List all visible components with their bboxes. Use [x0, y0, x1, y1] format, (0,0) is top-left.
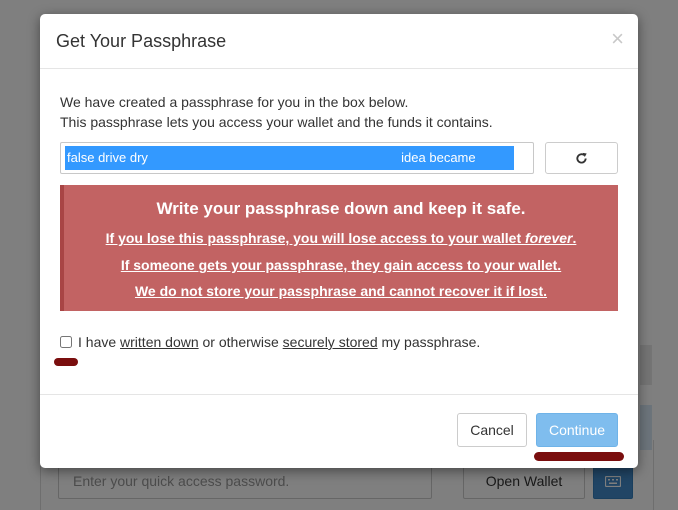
passphrase-selected-text: false drive dry idea became [65, 146, 514, 170]
continue-button[interactable]: Continue [536, 413, 618, 447]
intro-line-2: This passphrase lets you access your wal… [60, 114, 493, 130]
cancel-button[interactable]: Cancel [457, 413, 527, 447]
acknowledge-checkbox[interactable] [60, 336, 72, 348]
close-icon[interactable]: × [611, 28, 624, 50]
modal-header: Get Your Passphrase × [40, 14, 638, 69]
securely-stored-text: securely stored [282, 334, 378, 350]
passphrase-field[interactable]: false drive dry idea became [60, 142, 534, 174]
intro-text: We have created a passphrase for you in … [60, 92, 493, 132]
passphrase-end: idea became [401, 150, 476, 165]
intro-line-1: We have created a passphrase for you in … [60, 94, 409, 110]
acknowledge-suffix: my passphrase. [377, 334, 481, 350]
refresh-icon [576, 152, 587, 164]
warning-heading: Write your passphrase down and keep it s… [156, 199, 526, 218]
acknowledge-prefix: I have [78, 334, 121, 350]
passphrase-start: false drive dry [67, 150, 148, 165]
written-down-text: written down [120, 334, 199, 350]
warning-line-1-prefix: If you lose this passphrase, you will lo… [105, 230, 525, 246]
annotation-mark [54, 358, 78, 366]
warning-line-2: If someone gets your passphrase, they ga… [120, 257, 562, 273]
warning-box: Write your passphrase down and keep it s… [60, 185, 618, 311]
acknowledge-row[interactable]: I have written down or otherwise securel… [60, 334, 480, 350]
warning-line-3: We do not store your passphrase and cann… [134, 283, 548, 299]
regenerate-button[interactable] [545, 142, 618, 174]
annotation-mark [534, 452, 624, 461]
passphrase-modal: Get Your Passphrase × We have created a … [40, 14, 638, 468]
acknowledge-middle: or otherwise [198, 334, 283, 350]
warning-line-1: If you lose this passphrase, you will lo… [64, 230, 618, 246]
passphrase-hidden-segment [151, 146, 398, 170]
modal-title: Get Your Passphrase [56, 31, 227, 51]
warning-line-1-emphasis: forever [525, 230, 573, 246]
acknowledge-text: I have written down or otherwise securel… [78, 334, 480, 350]
warning-line-1-suffix: . [572, 230, 577, 246]
